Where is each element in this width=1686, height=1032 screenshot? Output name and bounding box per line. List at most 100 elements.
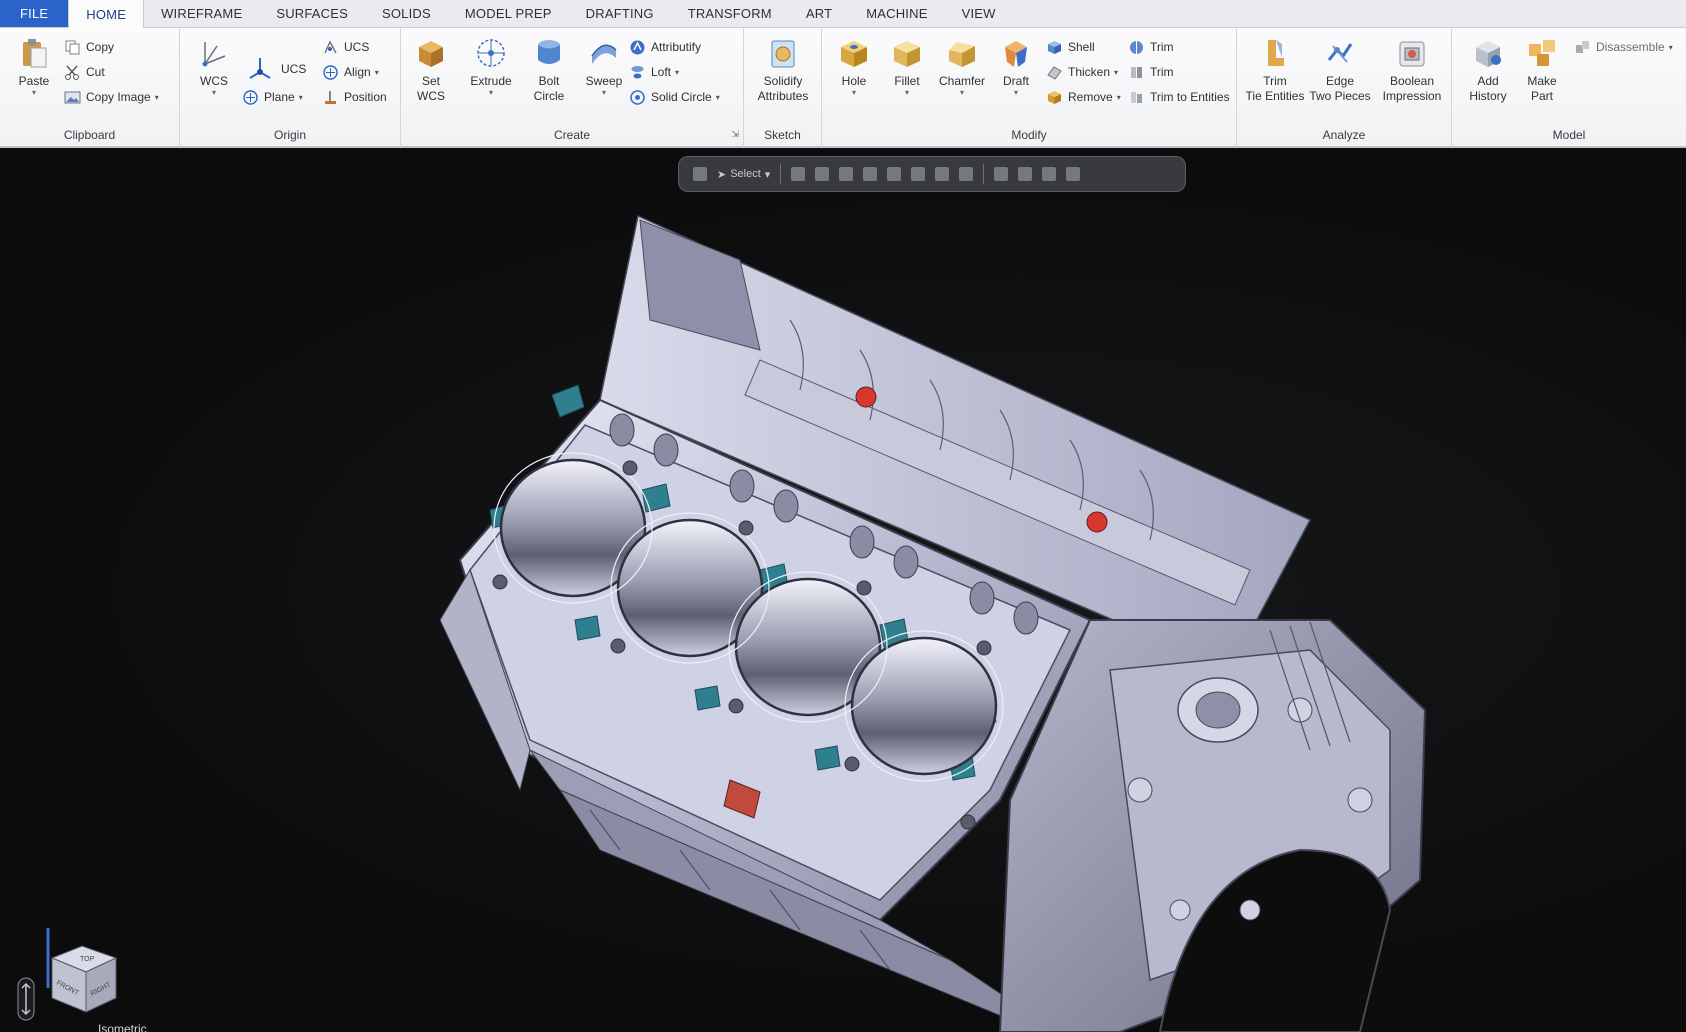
ucs-button[interactable]: UCS — [322, 36, 369, 58]
tab-model-prep[interactable]: MODEL PREP — [448, 0, 569, 27]
navigation-pan-handle[interactable] — [16, 976, 36, 1022]
align-icon — [323, 64, 338, 80]
tab-transform[interactable]: TRANSFORM — [671, 0, 789, 27]
extrude-button[interactable]: Extrude ▾ — [463, 36, 519, 97]
engine-block-model[interactable] — [0, 150, 1686, 1032]
group-clipboard: Paste ▾ Copy Cut Copy Image ▾ Clipboard — [0, 28, 180, 148]
ribbon: Paste ▾ Copy Cut Copy Image ▾ Clipboard … — [0, 28, 1686, 148]
shell-icon — [1048, 40, 1061, 54]
tab-file[interactable]: FILE — [0, 0, 69, 27]
plane-icon — [243, 89, 258, 105]
plane-button[interactable]: Plane ▾ — [242, 86, 303, 108]
trim-tie-entities-button[interactable]: Trim Tie Entities — [1245, 36, 1305, 104]
trim-icon — [1131, 66, 1142, 78]
set-wcs-button[interactable]: Set WCS — [403, 36, 459, 104]
group-create: Set WCS Extrude ▾ Bolt Circle Sweep ▾ At… — [401, 28, 744, 148]
hole-button[interactable]: Hole ▾ — [826, 36, 882, 97]
group-modify: Hole ▾ Fillet ▾ Chamfer ▾ Draft ▾ Shell … — [822, 28, 1237, 148]
image-icon — [64, 91, 81, 103]
draft-button[interactable]: Draft ▾ — [988, 36, 1044, 97]
set-wcs-cube-icon — [419, 41, 443, 67]
copy-button[interactable]: Copy — [64, 36, 114, 58]
fillet-icon — [894, 41, 920, 67]
sweep-button[interactable]: Sweep ▾ — [576, 36, 632, 97]
disassemble-button[interactable]: Disassemble ▾ — [1574, 36, 1673, 58]
paste-icon — [23, 39, 47, 68]
group-label-modify: Modify — [1011, 128, 1047, 142]
thicken-button[interactable]: Thicken ▾ — [1046, 61, 1118, 83]
cut-button[interactable]: Cut — [64, 61, 105, 83]
chamfer-button[interactable]: Chamfer ▾ — [934, 36, 990, 97]
chevron-down-icon: ▾ — [675, 67, 680, 77]
copy-image-button[interactable]: Copy Image ▾ — [64, 86, 159, 108]
menu-bar: FILE HOME WIREFRAME SURFACES SOLIDS MODE… — [0, 0, 1686, 29]
chevron-down-icon: ▾ — [1013, 88, 1018, 97]
copy-icon — [65, 40, 80, 54]
chevron-down-icon: ▾ — [31, 88, 36, 97]
group-model: Add History Make Part Disassemble ▾ Mode… — [1452, 28, 1686, 148]
paste-button[interactable]: Paste ▾ — [6, 36, 62, 97]
tab-surfaces[interactable]: SURFACES — [259, 0, 365, 27]
trim-solid-button[interactable]: Trim — [1128, 36, 1174, 58]
chevron-down-icon: ▾ — [488, 88, 493, 97]
trim-to-entities-icon — [1131, 91, 1142, 103]
view-cube[interactable]: TOP FRONT RIGHT — [40, 928, 130, 1028]
trim-button[interactable]: Trim — [1128, 61, 1174, 83]
remove-button[interactable]: Remove ▾ — [1046, 86, 1121, 108]
ucs-big-button[interactable]: UCS — [246, 58, 306, 80]
group-label-model: Model — [1552, 128, 1586, 142]
solidify-icon — [771, 40, 795, 68]
boolean-impression-button[interactable]: Boolean Impression — [1377, 36, 1447, 104]
solid-circle-button[interactable]: Solid Circle ▾ — [629, 86, 720, 108]
chevron-down-icon: ▾ — [601, 88, 606, 97]
group-origin: WCS ▾ UCS UCS Align ▾ Plane ▾ Position O… — [180, 28, 401, 148]
make-part-icon — [1529, 40, 1555, 66]
chevron-down-icon: ▾ — [904, 88, 909, 97]
tab-solids[interactable]: SOLIDS — [365, 0, 448, 27]
edge-two-pieces-button[interactable]: Edge Two Pieces — [1309, 36, 1371, 104]
attributify-button[interactable]: Attributify — [629, 36, 701, 58]
hole-icon — [841, 41, 867, 67]
group-sketch: Solidify Attributes Sketch — [744, 28, 822, 148]
group-label-clipboard: Clipboard — [63, 128, 116, 142]
shell-button[interactable]: Shell — [1046, 36, 1095, 58]
disassemble-icon — [1576, 40, 1589, 53]
draft-icon — [1005, 41, 1027, 67]
solid-circle-icon — [630, 89, 645, 105]
remove-icon — [1048, 90, 1061, 104]
view-cube-top-label: TOP — [80, 956, 95, 963]
bolt-circle-button[interactable]: Bolt Circle — [521, 36, 577, 104]
group-label-sketch: Sketch — [764, 128, 801, 142]
chevron-down-icon: ▾ — [1668, 42, 1673, 52]
make-part-button[interactable]: Make Part — [1514, 36, 1570, 104]
solidify-attributes-button[interactable]: Solidify Attributes — [750, 36, 816, 104]
trim-to-entities-button[interactable]: Trim to Entities — [1128, 86, 1230, 108]
thicken-icon — [1047, 65, 1062, 80]
align-button[interactable]: Align ▾ — [322, 61, 379, 83]
tab-view[interactable]: VIEW — [945, 0, 1013, 27]
current-view-label: Isometric — [98, 1022, 147, 1032]
tab-home[interactable]: HOME — [68, 0, 145, 29]
chevron-down-icon: ▾ — [298, 92, 303, 102]
ucs-icon — [249, 58, 271, 79]
fillet-button[interactable]: Fillet ▾ — [879, 36, 935, 97]
tab-drafting[interactable]: DRAFTING — [569, 0, 671, 27]
chevron-down-icon: ▾ — [851, 88, 856, 97]
group-label-create: Create — [553, 128, 591, 142]
loft-button[interactable]: Loft ▾ — [629, 61, 679, 83]
wcs-button[interactable]: WCS ▾ — [186, 36, 242, 97]
graphics-viewport[interactable]: ➤ Select ▾ TOP FRONT RIGHT Isometric — [0, 150, 1686, 1032]
chevron-down-icon: ▾ — [1116, 92, 1121, 102]
tab-wireframe[interactable]: WIREFRAME — [144, 0, 259, 27]
add-history-button[interactable]: Add History — [1460, 36, 1516, 104]
position-button[interactable]: Position — [322, 86, 387, 108]
group-label-origin: Origin — [273, 128, 306, 142]
boolean-icon — [1399, 41, 1425, 67]
tab-art[interactable]: ART — [789, 0, 849, 27]
tab-machine[interactable]: MACHINE — [849, 0, 944, 27]
chevron-down-icon: ▾ — [715, 92, 720, 102]
chevron-down-icon: ▾ — [959, 88, 964, 97]
chevron-down-icon: ▾ — [154, 92, 159, 102]
extrude-icon — [477, 39, 505, 67]
bolt-circle-icon — [538, 40, 560, 64]
